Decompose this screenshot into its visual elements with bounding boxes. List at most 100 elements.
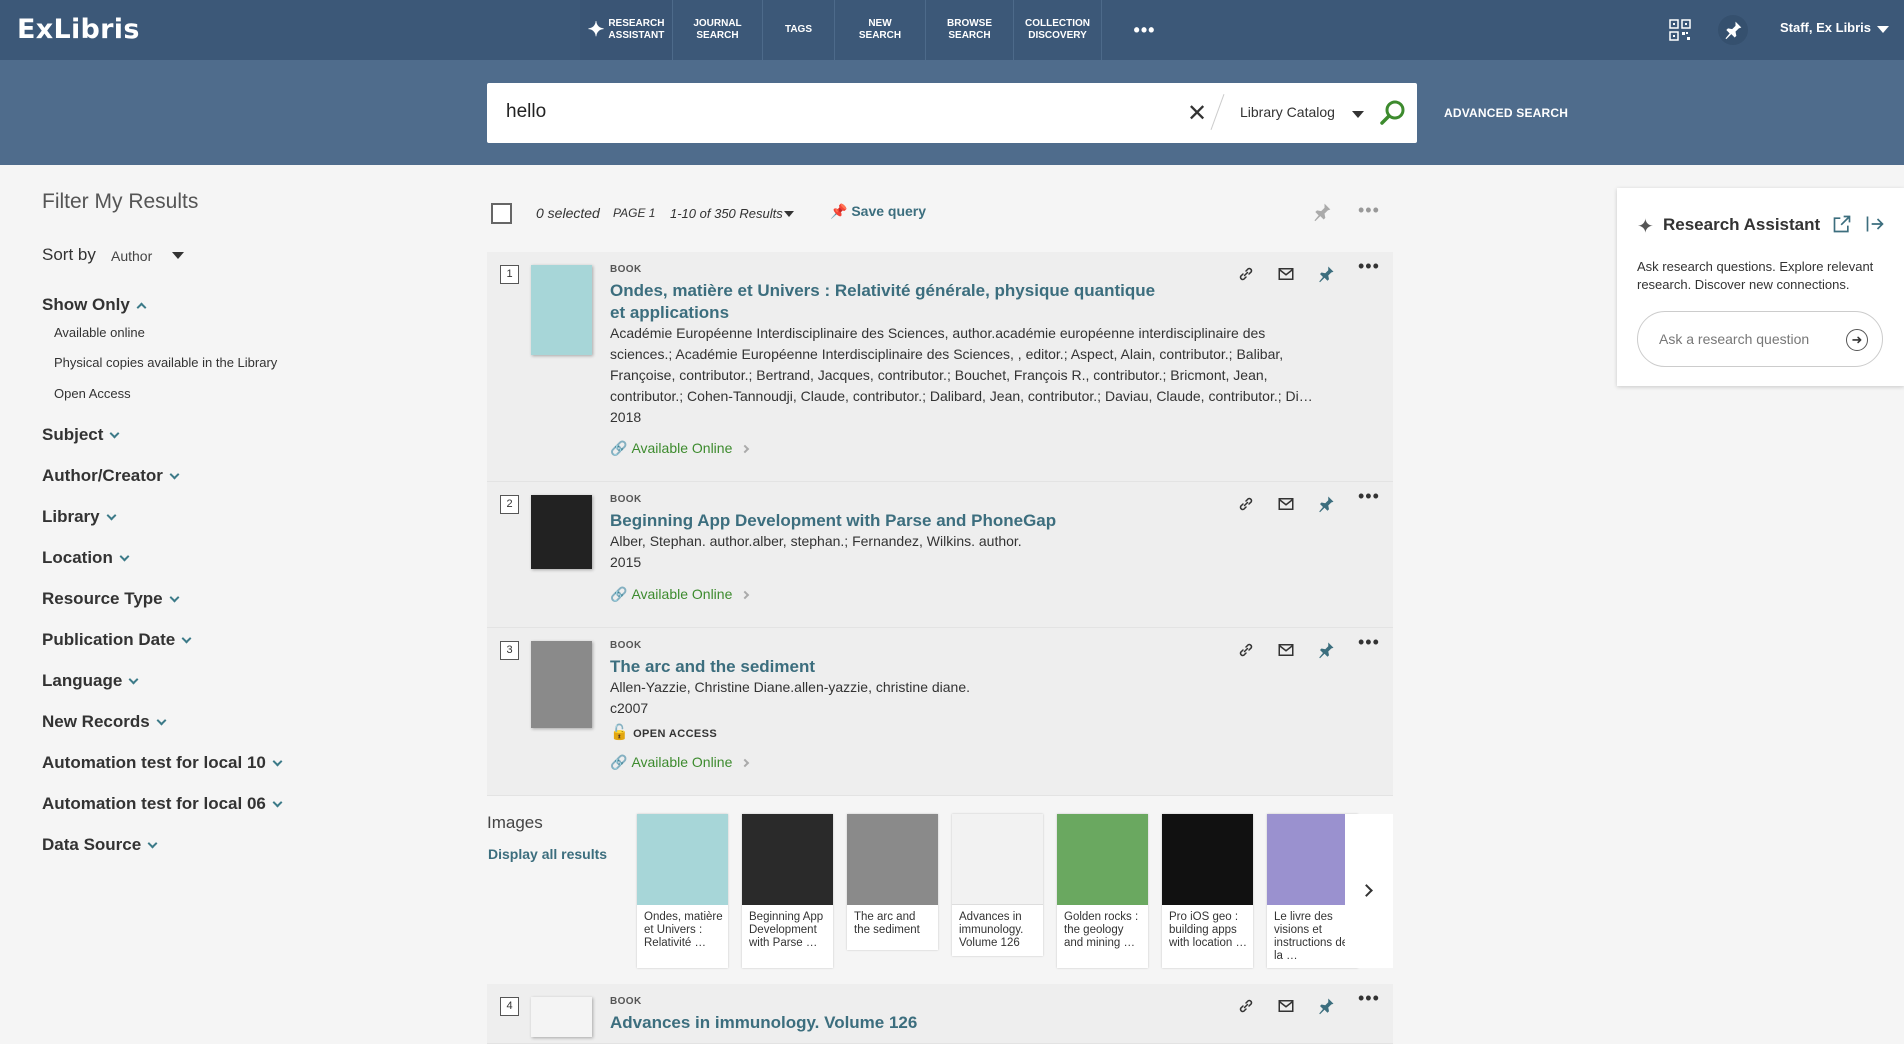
pin-icon[interactable] — [1314, 492, 1338, 516]
book-cover[interactable] — [531, 495, 592, 569]
result-title[interactable]: The arc and the sediment — [610, 656, 1170, 678]
search-icon[interactable] — [1379, 99, 1407, 132]
pin-icon[interactable] — [1314, 638, 1338, 662]
permalink-icon[interactable] — [1234, 994, 1258, 1018]
facet-library[interactable]: Library — [42, 507, 117, 527]
chevron-down-icon — [181, 633, 192, 644]
availability-link[interactable]: 🔗 Available Online — [610, 586, 750, 603]
facet-resource-type[interactable]: Resource Type — [42, 589, 180, 609]
result-number: 4 — [500, 997, 519, 1016]
show-only-physical-copies[interactable]: Physical copies available in the Library — [54, 355, 277, 370]
result-card[interactable]: 4 BOOK Advances in immunology. Volume 12… — [487, 984, 1393, 1044]
save-query-button[interactable]: 📌 Save query — [830, 203, 926, 220]
result-title[interactable]: Beginning App Development with Parse and… — [610, 510, 1170, 532]
nav-new-search[interactable]: NEW SEARCH — [834, 0, 925, 60]
email-icon[interactable] — [1274, 994, 1298, 1018]
chevron-down-icon — [272, 797, 283, 808]
email-icon[interactable] — [1274, 638, 1298, 662]
facet-new-records[interactable]: New Records — [42, 712, 167, 732]
image-tile[interactable]: Golden rocks : the geology and mining … — [1057, 814, 1148, 968]
email-icon[interactable] — [1274, 492, 1298, 516]
nav-research-assistant[interactable]: ✦ RESEARCH ASSISTANT — [580, 0, 672, 60]
more-actions-button[interactable]: ••• — [1358, 988, 1380, 1009]
chevron-up-icon — [136, 302, 147, 313]
more-actions-button[interactable]: ••• — [1358, 200, 1380, 221]
image-tile[interactable]: Advances in immunology. Volume 126 — [952, 814, 1043, 956]
open-external-icon[interactable] — [1832, 214, 1852, 239]
facet-publication-date[interactable]: Publication Date — [42, 630, 192, 650]
image-tile[interactable]: The arc and the sediment — [847, 814, 938, 950]
facet-location[interactable]: Location — [42, 548, 130, 568]
link-icon: 🔗 — [610, 440, 628, 456]
nav-browse-search[interactable]: BROWSE SEARCH — [925, 0, 1013, 60]
clear-search-icon[interactable]: ✕ — [1187, 99, 1207, 128]
facet-show-only[interactable]: Show Only — [42, 295, 147, 315]
chevron-right-icon — [1360, 884, 1373, 897]
submit-arrow-icon[interactable]: ➜ — [1846, 329, 1868, 351]
display-all-images-link[interactable]: Display all results — [488, 846, 607, 862]
exlibris-logo[interactable]: ExLibris — [17, 14, 140, 45]
facet-language[interactable]: Language — [42, 671, 139, 691]
images-next-button[interactable] — [1345, 814, 1393, 968]
result-card[interactable]: 1 BOOK Ondes, matière et Univers : Relat… — [487, 252, 1393, 482]
cover-image — [637, 814, 728, 905]
book-cover[interactable] — [531, 265, 592, 355]
nav-collection-discovery[interactable]: COLLECTION DISCOVERY — [1013, 0, 1101, 60]
pin-icon[interactable] — [1314, 994, 1338, 1018]
image-tile[interactable]: Ondes, matière et Univers : Relativité … — [637, 814, 728, 968]
more-actions-button[interactable]: ••• — [1358, 256, 1380, 277]
main-nav: ✦ RESEARCH ASSISTANT JOURNAL SEARCH TAGS… — [580, 0, 1187, 60]
search-scope-select[interactable]: Library Catalog — [1240, 104, 1335, 120]
permalink-icon[interactable] — [1234, 262, 1258, 286]
sort-select[interactable]: Author — [111, 248, 152, 264]
range-caret-icon[interactable] — [784, 211, 794, 217]
result-card[interactable]: 3 BOOK The arc and the sediment Allen-Ya… — [487, 628, 1393, 796]
availability-link[interactable]: 🔗 Available Online — [610, 754, 750, 771]
qr-code-icon[interactable] — [1665, 15, 1695, 45]
scope-caret-icon[interactable] — [1352, 111, 1364, 118]
image-caption: Le livre des visions et instructions de … — [1274, 911, 1349, 962]
collapse-panel-icon[interactable] — [1865, 214, 1885, 239]
image-tile[interactable]: Beginning App Development with Parse … — [742, 814, 833, 968]
email-icon[interactable] — [1274, 262, 1298, 286]
nav-journal-search[interactable]: JOURNAL SEARCH — [672, 0, 762, 60]
result-title[interactable]: Ondes, matière et Univers : Relativité g… — [610, 280, 1170, 324]
facet-data-source[interactable]: Data Source — [42, 835, 158, 855]
user-menu-caret-icon[interactable] — [1877, 26, 1889, 33]
research-assistant-title: Research Assistant — [1663, 215, 1821, 234]
advanced-search-link[interactable]: ADVANCED SEARCH — [1444, 106, 1568, 120]
results-range-select[interactable]: 1-10 of 350 Results — [670, 206, 783, 221]
show-only-available-online[interactable]: Available online — [54, 325, 145, 340]
search-bar[interactable]: hello ✕ Library Catalog — [487, 83, 1417, 143]
nav-tags[interactable]: TAGS — [762, 0, 834, 60]
facet-automation-local-10[interactable]: Automation test for local 10 — [42, 753, 283, 773]
chevron-down-icon — [119, 551, 130, 562]
book-cover[interactable] — [531, 641, 592, 728]
result-type: BOOK — [610, 640, 642, 651]
image-tile[interactable]: Pro iOS geo : building apps with locatio… — [1162, 814, 1253, 968]
sort-caret-icon[interactable] — [172, 252, 184, 259]
more-actions-button[interactable]: ••• — [1358, 632, 1380, 653]
pin-icon[interactable] — [1718, 15, 1748, 45]
user-menu[interactable]: Staff, Ex Libris — [1780, 20, 1871, 35]
show-only-open-access[interactable]: Open Access — [54, 386, 131, 401]
facet-automation-local-06[interactable]: Automation test for local 06 — [42, 794, 283, 814]
more-actions-button[interactable]: ••• — [1358, 486, 1380, 507]
permalink-icon[interactable] — [1234, 492, 1258, 516]
pin-icon[interactable] — [1312, 202, 1332, 227]
chevron-down-icon — [109, 428, 120, 439]
nav-more-button[interactable]: ••• — [1101, 0, 1187, 60]
result-card[interactable]: 2 BOOK Beginning App Development with Pa… — [487, 482, 1393, 628]
availability-link[interactable]: 🔗 Available Online — [610, 440, 750, 457]
search-input[interactable]: hello — [506, 101, 546, 123]
result-title[interactable]: Advances in immunology. Volume 126 — [610, 1012, 1170, 1034]
permalink-icon[interactable] — [1234, 638, 1258, 662]
pin-icon[interactable] — [1314, 262, 1338, 286]
chevron-right-icon — [741, 590, 750, 600]
facet-subject[interactable]: Subject — [42, 425, 120, 445]
sparkle-icon: ✦ — [587, 19, 605, 41]
select-all-checkbox[interactable] — [491, 203, 512, 224]
book-cover[interactable] — [531, 997, 592, 1037]
research-question-input[interactable]: Ask a research question ➜ — [1637, 311, 1883, 367]
facet-author-creator[interactable]: Author/Creator — [42, 466, 180, 486]
